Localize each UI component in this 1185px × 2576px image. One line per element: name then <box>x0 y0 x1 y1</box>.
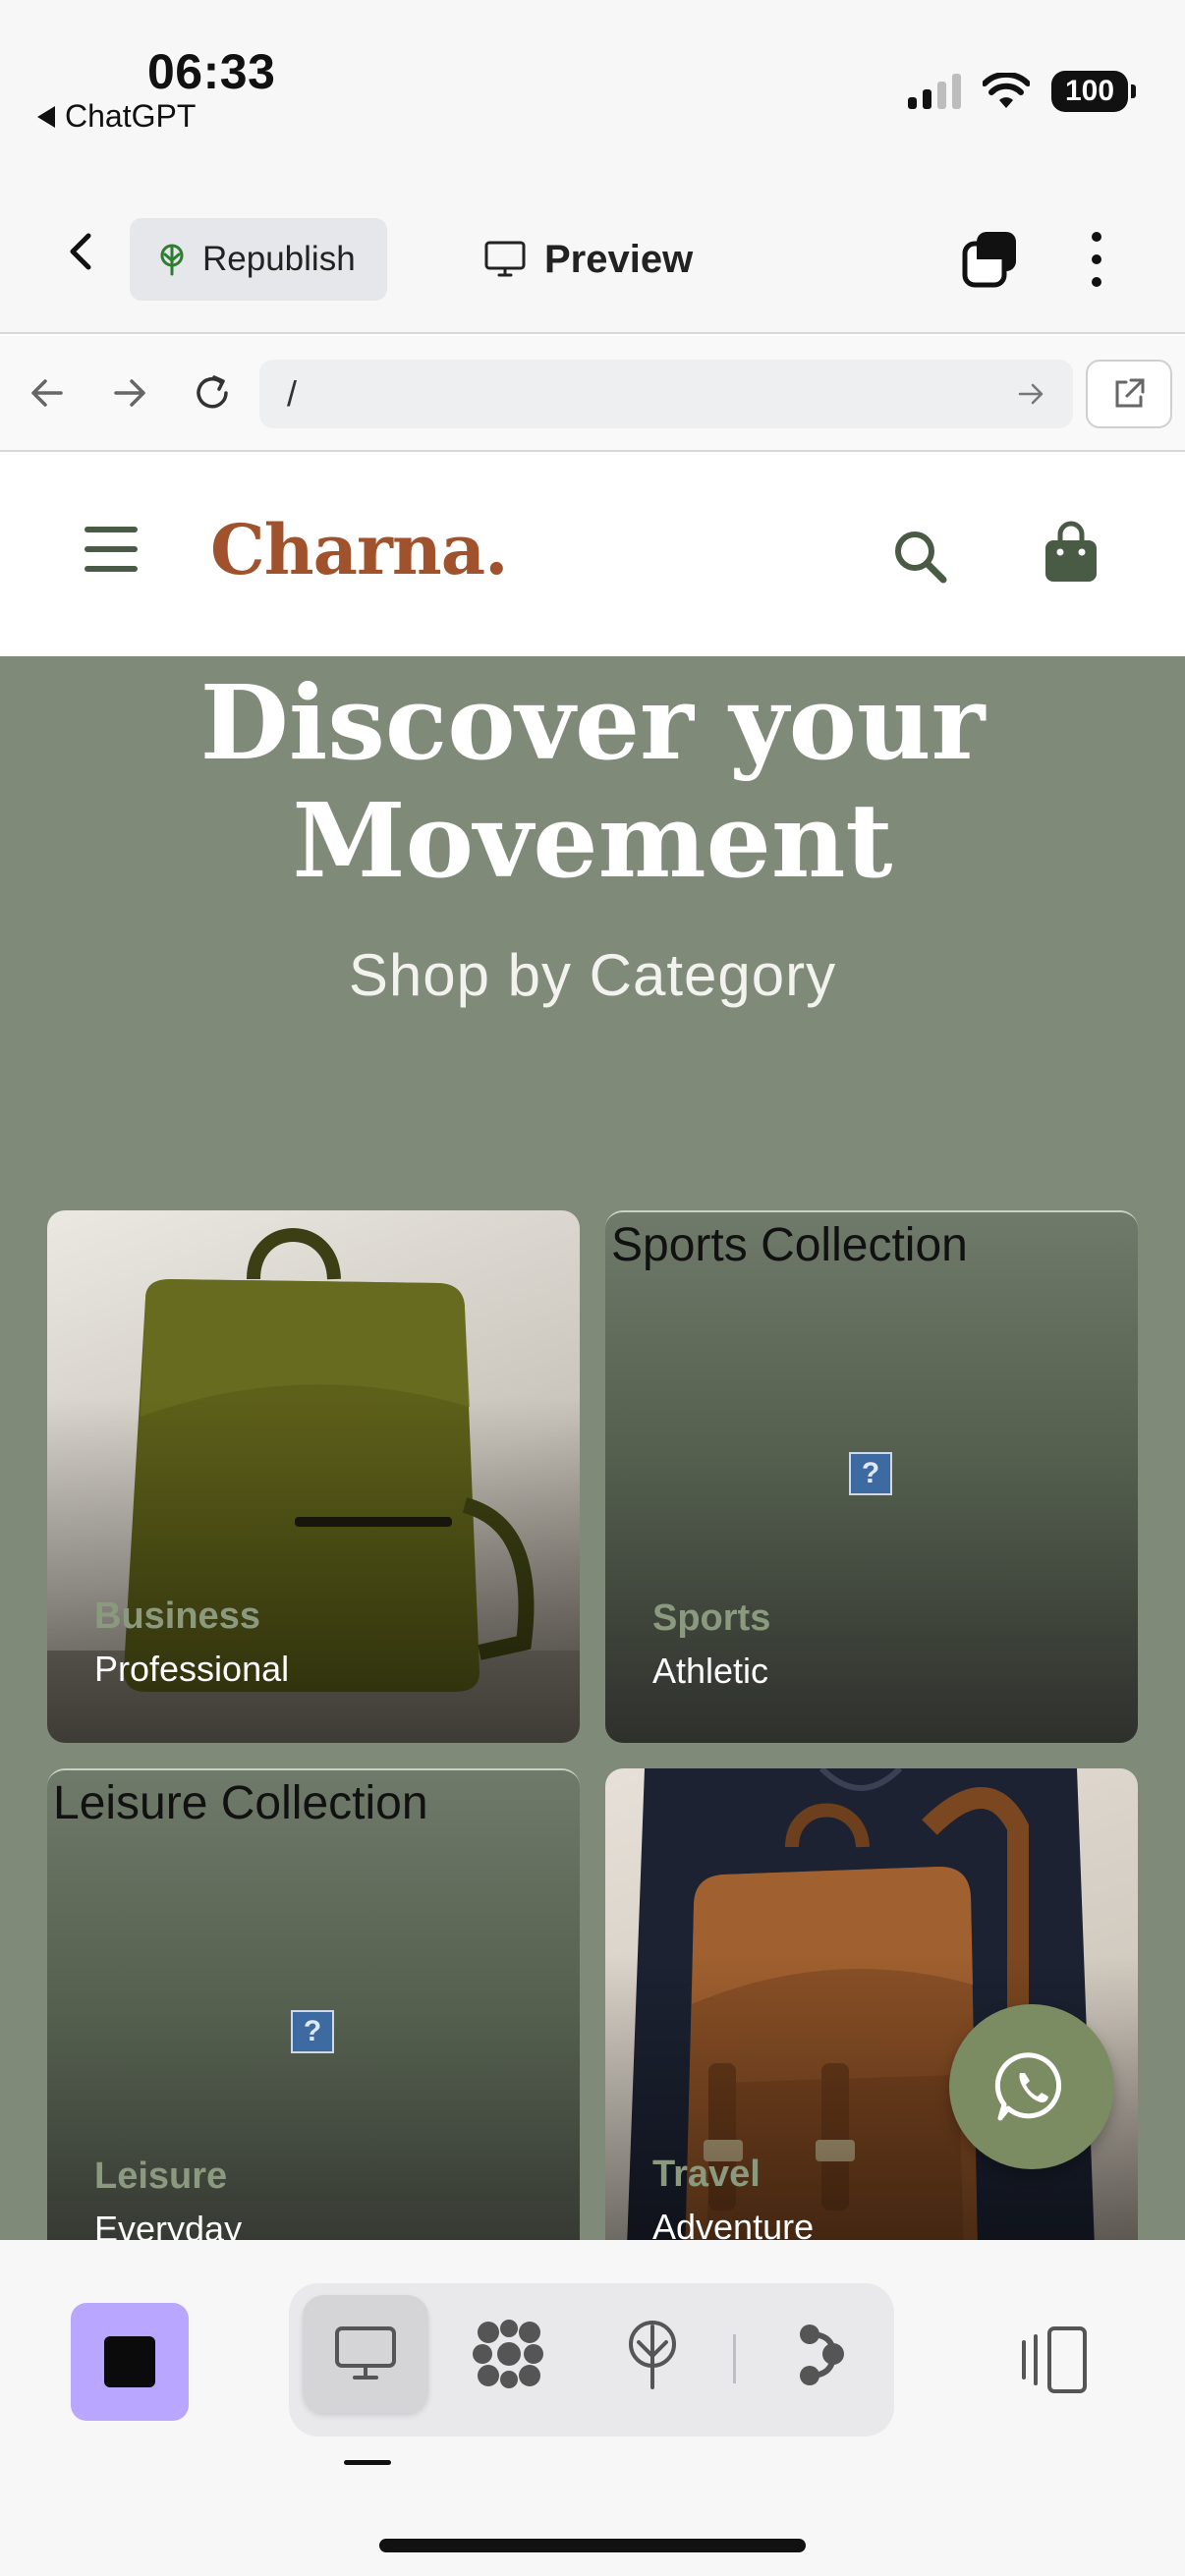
back-chevron-icon[interactable] <box>59 228 106 275</box>
hero-title: Discover your Movement <box>0 664 1185 900</box>
cellular-signal-icon <box>908 74 961 109</box>
card-category: Travel <box>652 2154 761 2195</box>
more-options-icon[interactable] <box>1077 228 1116 291</box>
app-toolbar: Republish Preview <box>0 167 1185 334</box>
go-arrow-icon[interactable] <box>1016 379 1045 409</box>
card-subtitle: Athletic <box>652 1651 769 1691</box>
hero-title-line-1: Discover your <box>199 662 986 783</box>
nav-forward-arrow-icon[interactable] <box>108 371 151 415</box>
deploy-icon <box>629 2321 676 2389</box>
search-icon[interactable] <box>890 527 949 586</box>
hero-subtitle: Shop by Category <box>348 942 837 1008</box>
external-link-icon <box>1115 378 1145 408</box>
segment-divider <box>733 2334 736 2383</box>
preview-button[interactable]: Preview <box>483 218 693 301</box>
site-header: Charna. <box>0 452 1185 656</box>
republish-label: Republish <box>202 240 356 278</box>
battery-indicator: 100 <box>1051 71 1136 112</box>
status-icons: 100 <box>908 71 1136 112</box>
category-card-leisure[interactable]: Leisure Collection ? Leisure Everyday <box>47 1768 580 2240</box>
back-to-app-link[interactable]: ChatGPT <box>37 98 196 135</box>
bottom-app-bar <box>0 2240 1185 2576</box>
broken-image-icon: ? <box>849 1452 892 1495</box>
preview-label: Preview <box>544 237 694 281</box>
card-category: Leisure <box>94 2156 228 2197</box>
nav-back-arrow-icon[interactable] <box>26 371 69 415</box>
monitor-icon <box>484 241 526 277</box>
hamburger-menu-icon[interactable] <box>85 527 138 572</box>
card-subtitle: Professional <box>94 1649 290 1689</box>
status-time: 06:33 <box>147 44 276 99</box>
branch-tab[interactable] <box>757 2295 882 2413</box>
image-alt-text: Sports Collection <box>611 1219 968 1271</box>
url-bar: / <box>0 336 1185 452</box>
category-card-business[interactable]: Business Professional <box>47 1210 580 1743</box>
back-app-label: ChatGPT <box>65 98 197 134</box>
wifi-icon <box>983 73 1030 108</box>
desktop-icon <box>335 2326 396 2380</box>
deploy-tab[interactable] <box>590 2295 715 2413</box>
reload-icon[interactable] <box>191 371 234 415</box>
home-indicator <box>379 2539 806 2552</box>
shopping-bag-icon[interactable] <box>1044 521 1099 584</box>
url-input[interactable]: / <box>259 360 1073 428</box>
category-card-sports[interactable]: Sports Collection ? Sports Athletic <box>605 1210 1138 1743</box>
card-subtitle: Adventure <box>652 2207 815 2240</box>
category-card-travel[interactable]: Travel Adventure <box>605 1768 1138 2240</box>
whatsapp-chat-button[interactable] <box>949 2004 1114 2169</box>
components-tab[interactable] <box>446 2295 572 2413</box>
card-category: Sports <box>652 1597 771 1639</box>
image-alt-text: Leisure Collection <box>53 1777 428 1829</box>
side-panel-icon[interactable] <box>1016 2323 1091 2397</box>
grid-dots-icon <box>473 2320 543 2388</box>
tabs-icon[interactable] <box>959 228 1022 291</box>
open-external-button[interactable] <box>1086 360 1172 428</box>
republish-button[interactable]: Republish <box>130 218 387 301</box>
whatsapp-icon <box>994 2052 1062 2121</box>
site-logo[interactable]: Charna. <box>210 509 508 590</box>
card-category: Business <box>94 1596 260 1637</box>
status-bar: 06:33 ChatGPT 100 <box>0 0 1185 167</box>
broken-image-icon: ? <box>291 2010 334 2053</box>
active-tab-indicator <box>344 2460 391 2465</box>
desktop-view-tab[interactable] <box>303 2295 428 2413</box>
hero-section: Discover your Movement Shop by Category … <box>0 656 1185 2240</box>
stop-button[interactable] <box>71 2303 189 2421</box>
stop-square-icon <box>104 2336 155 2387</box>
hero-title-line-2: Movement <box>292 780 893 901</box>
branch-icon <box>800 2324 844 2385</box>
deploy-tree-icon <box>160 244 184 276</box>
url-text: / <box>287 373 298 414</box>
view-switcher <box>289 2283 894 2436</box>
back-triangle-icon <box>37 105 55 128</box>
card-subtitle: Everyday <box>94 2209 243 2240</box>
